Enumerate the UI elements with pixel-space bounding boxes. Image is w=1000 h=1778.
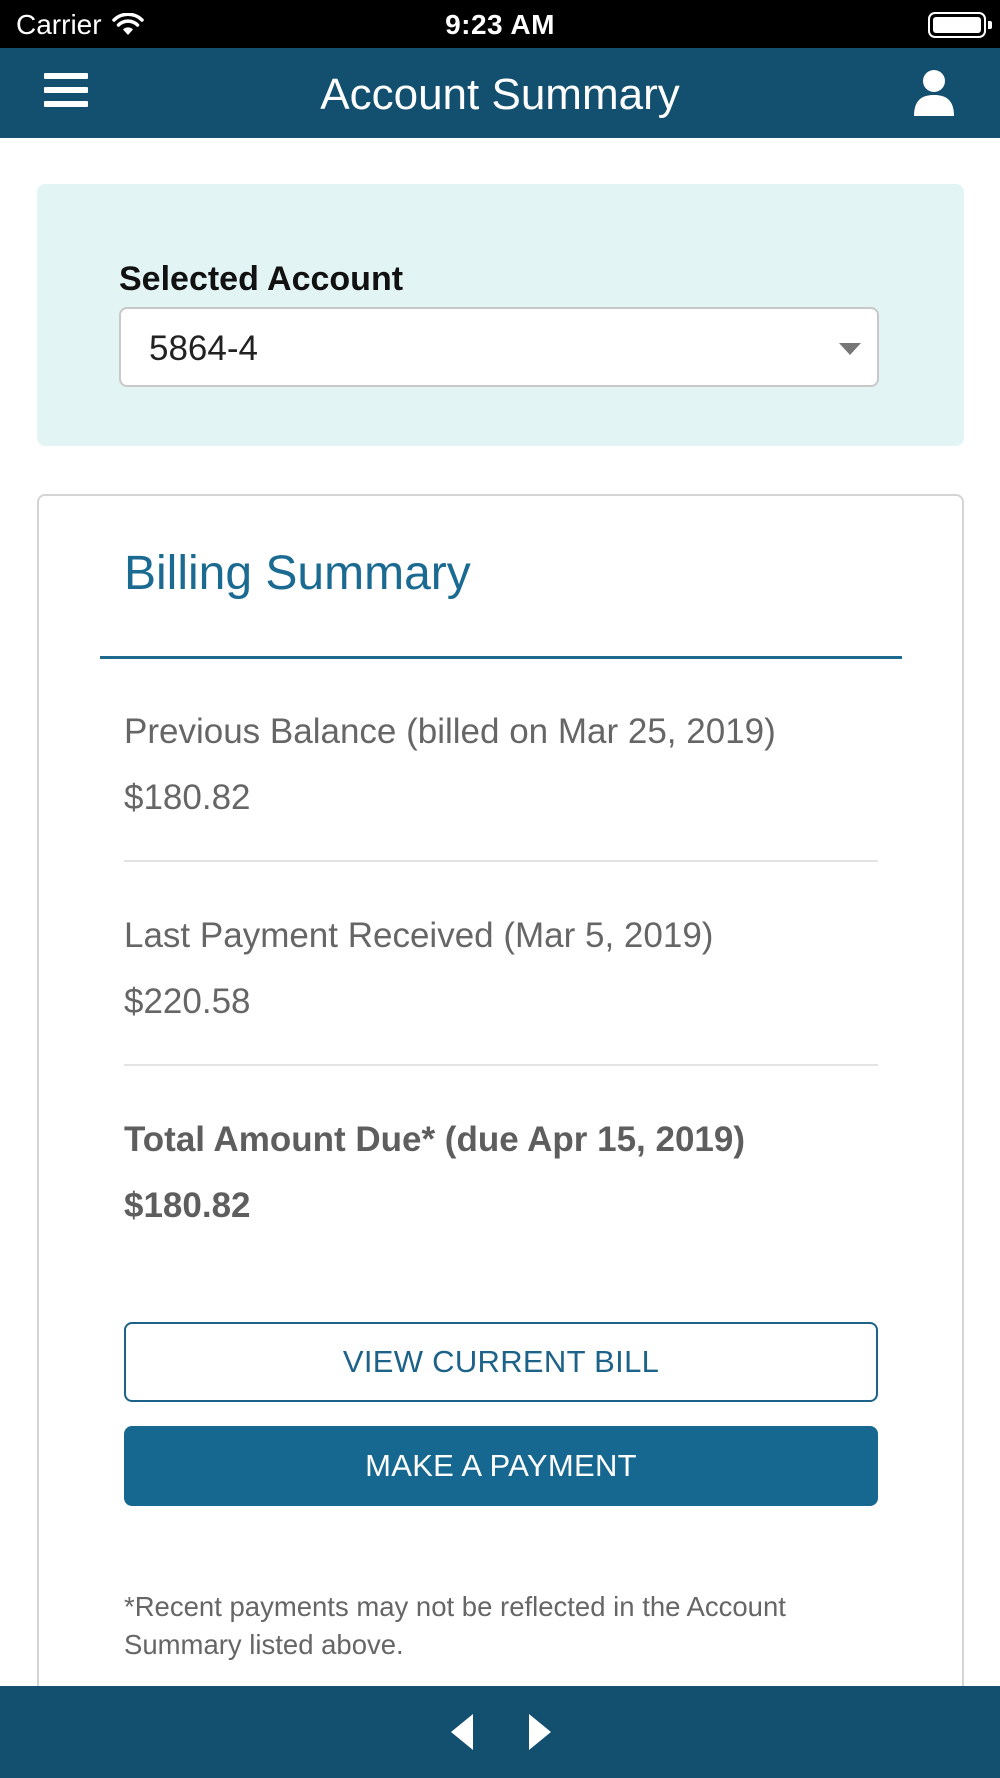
billing-summary-title: Billing Summary [124,547,471,600]
row-divider [124,1064,878,1066]
row-divider [124,860,878,862]
title-divider [100,656,902,659]
back-arrow-icon[interactable] [447,1712,477,1752]
forward-arrow-icon[interactable] [525,1712,555,1752]
billing-summary-card: Billing Summary Previous Balance (billed… [37,494,964,1778]
user-profile-icon[interactable] [912,68,956,118]
account-selector-panel: Selected Account 5864-4 [37,184,964,446]
selected-account-label: Selected Account [119,260,404,298]
previous-balance-label: Previous Balance (billed on Mar 25, 2019… [124,712,776,751]
page-title: Account Summary [320,70,680,119]
account-dropdown-value: 5864-4 [149,329,258,368]
last-payment-amount: $220.58 [124,982,251,1021]
account-dropdown[interactable]: 5864-4 [119,307,879,387]
status-bar: Carrier 9:23 AM [0,0,1000,48]
previous-balance-amount: $180.82 [124,778,251,817]
payment-footnote: *Recent payments may not be reflected in… [124,1591,786,1660]
total-amount-due-label: Total Amount Due* (due Apr 15, 2019) [124,1120,746,1159]
battery-icon [928,12,992,38]
last-payment-label: Last Payment Received (Mar 5, 2019) [124,916,714,955]
view-current-bill-button[interactable]: VIEW CURRENT BILL [124,1322,878,1402]
hamburger-menu-icon[interactable] [44,73,88,113]
bottom-toolbar [0,1686,1000,1778]
total-amount-due-amount: $180.82 [124,1186,251,1225]
nav-bar: Account Summary [0,48,1000,138]
make-payment-button[interactable]: MAKE A PAYMENT [124,1426,878,1506]
chevron-down-icon [839,343,861,355]
status-time: 9:23 AM [445,9,555,40]
